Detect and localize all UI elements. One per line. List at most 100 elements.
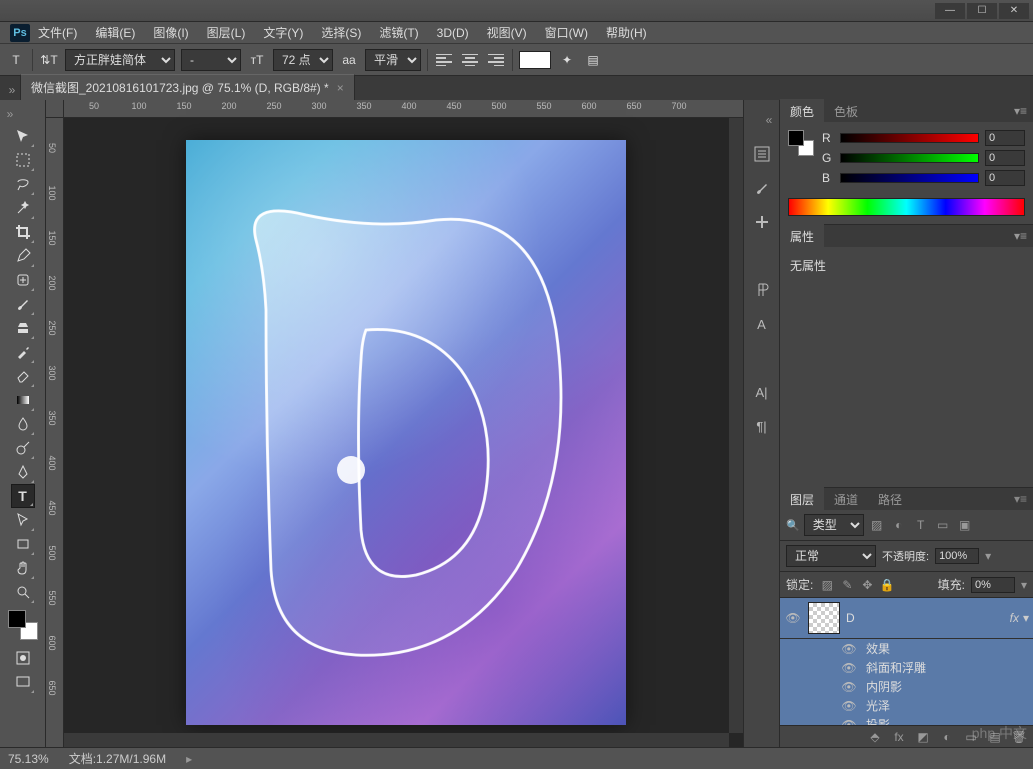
filter-smart-icon[interactable]: ▣ [956, 517, 974, 533]
lasso-tool[interactable] [11, 172, 35, 196]
crop-tool[interactable] [11, 220, 35, 244]
character-panel-icon[interactable]: A [752, 314, 772, 334]
menu-file[interactable]: 文件(F) [30, 22, 85, 43]
zoom-tool[interactable] [11, 580, 35, 604]
font-size-select[interactable]: 72 点 [273, 49, 333, 71]
history-brush-tool[interactable] [11, 340, 35, 364]
path-selection-tool[interactable] [11, 508, 35, 532]
text-orientation-icon[interactable]: ⇅T [39, 50, 59, 70]
lock-position-icon[interactable]: ✥ [859, 577, 875, 593]
align-right-button[interactable] [486, 51, 506, 69]
toolbox-expand-icon[interactable]: » [2, 104, 18, 124]
document-canvas[interactable] [186, 140, 626, 725]
tab-paths[interactable]: 路径 [868, 487, 912, 512]
paragraph-styles-icon[interactable]: ¶| [752, 416, 772, 436]
r-slider[interactable] [840, 133, 979, 143]
eraser-tool[interactable] [11, 364, 35, 388]
effect-inner-shadow-row[interactable]: 👁 内阴影 [780, 677, 1033, 696]
effect-bevel-row[interactable]: 👁 斜面和浮雕 [780, 658, 1033, 677]
brush-tool[interactable] [11, 292, 35, 316]
layer-name[interactable]: D [846, 611, 1010, 625]
tab-layers[interactable]: 图层 [780, 487, 824, 512]
effect-drop-shadow-row[interactable]: 👁 投影 [780, 715, 1033, 725]
fg-color-swatch[interactable] [788, 130, 804, 146]
dodge-tool[interactable] [11, 436, 35, 460]
brush-panel-icon[interactable] [752, 178, 772, 198]
hand-tool[interactable] [11, 556, 35, 580]
menu-edit[interactable]: 编辑(E) [87, 22, 143, 43]
menu-3d[interactable]: 3D(D) [429, 24, 477, 42]
panel-menu-icon[interactable]: ▾≡ [1008, 492, 1033, 506]
b-slider[interactable] [840, 173, 979, 183]
adjustment-layer-icon[interactable]: ◐ [939, 729, 955, 745]
close-button[interactable]: ✕ [999, 3, 1029, 19]
ruler-vertical[interactable]: 50 100 150 200 250 300 350 400 450 500 5… [46, 118, 64, 747]
blur-tool[interactable] [11, 412, 35, 436]
menu-layer[interactable]: 图层(L) [199, 22, 254, 43]
panel-menu-icon[interactable]: ▾≡ [1008, 229, 1033, 243]
group-icon[interactable]: ▭ [963, 729, 979, 745]
color-swatches[interactable] [8, 610, 38, 640]
tab-attributes[interactable]: 属性 [780, 224, 824, 249]
filter-pixel-icon[interactable]: ▨ [868, 517, 886, 533]
document-tab[interactable]: 微信截图_20210816101723.jpg @ 75.1% (D, RGB/… [20, 74, 355, 100]
scrollbar-horizontal[interactable] [64, 733, 729, 747]
new-layer-icon[interactable]: ▤ [987, 729, 1003, 745]
anti-alias-select[interactable]: 平滑 [365, 49, 421, 71]
fx-badge[interactable]: fx [1010, 611, 1019, 625]
layer-style-icon[interactable]: fx [891, 729, 907, 745]
blend-mode-select[interactable]: 正常 [786, 545, 876, 567]
align-center-button[interactable] [460, 51, 480, 69]
link-layers-icon[interactable]: ⬘ [867, 729, 883, 745]
layer-mask-icon[interactable]: ◩ [915, 729, 931, 745]
dock-expand-icon[interactable]: « [761, 110, 777, 130]
visibility-toggle-icon[interactable]: 👁 [840, 642, 858, 656]
minimize-button[interactable]: — [935, 3, 965, 19]
g-value-input[interactable] [985, 150, 1025, 166]
menu-select[interactable]: 选择(S) [313, 22, 369, 43]
opacity-input[interactable] [935, 548, 979, 564]
rectangle-tool[interactable] [11, 532, 35, 556]
lock-image-icon[interactable]: ✎ [839, 577, 855, 593]
layer-thumbnail[interactable] [808, 602, 840, 634]
text-tool-preset-icon[interactable]: T [6, 50, 26, 70]
visibility-toggle-icon[interactable]: 👁 [840, 699, 858, 713]
panel-menu-icon[interactable]: ▾≡ [1008, 104, 1033, 118]
gradient-tool[interactable] [11, 388, 35, 412]
r-value-input[interactable] [985, 130, 1025, 146]
menu-window[interactable]: 窗口(W) [537, 22, 596, 43]
healing-brush-tool[interactable] [11, 268, 35, 292]
lock-transparency-icon[interactable]: ▨ [819, 577, 835, 593]
fill-input[interactable] [971, 577, 1015, 593]
quick-mask-tool[interactable] [11, 646, 35, 670]
tab-channels[interactable]: 通道 [824, 487, 868, 512]
text-color-swatch[interactable] [519, 51, 551, 69]
maximize-button[interactable]: ☐ [967, 3, 997, 19]
clone-stamp-tool[interactable] [11, 316, 35, 340]
marquee-tool[interactable] [11, 148, 35, 172]
filter-adjustment-icon[interactable]: ◐ [890, 517, 908, 533]
document-size[interactable]: 文档:1.27M/1.96M [69, 750, 166, 767]
scrollbar-vertical[interactable] [729, 118, 743, 733]
menu-help[interactable]: 帮助(H) [598, 22, 655, 43]
swatches-panel-icon[interactable] [752, 212, 772, 232]
color-spectrum[interactable] [788, 198, 1025, 216]
menu-image[interactable]: 图像(I) [145, 22, 196, 43]
effect-satin-row[interactable]: 👁 光泽 [780, 696, 1033, 715]
expand-tabs-icon[interactable]: » [4, 80, 20, 100]
filter-type-icon[interactable]: T [912, 517, 930, 533]
warp-text-icon[interactable]: ✦ [557, 50, 577, 70]
trash-icon[interactable]: 🗑 [1011, 729, 1027, 745]
tab-color[interactable]: 颜色 [780, 99, 824, 124]
menu-type[interactable]: 文字(Y) [255, 22, 311, 43]
visibility-toggle-icon[interactable]: 👁 [784, 611, 802, 625]
layer-row-d[interactable]: 👁 D fx ▾ [780, 598, 1033, 639]
ruler-horizontal[interactable]: 50 100 150 200 250 300 350 400 450 500 5… [64, 100, 743, 118]
menu-filter[interactable]: 滤镜(T) [371, 22, 426, 43]
eyedropper-tool[interactable] [11, 244, 35, 268]
align-left-button[interactable] [434, 51, 454, 69]
font-family-select[interactable]: 方正胖娃简体 [65, 49, 175, 71]
history-panel-icon[interactable] [752, 144, 772, 164]
tab-swatches[interactable]: 色板 [824, 99, 868, 124]
visibility-toggle-icon[interactable]: 👁 [840, 661, 858, 675]
